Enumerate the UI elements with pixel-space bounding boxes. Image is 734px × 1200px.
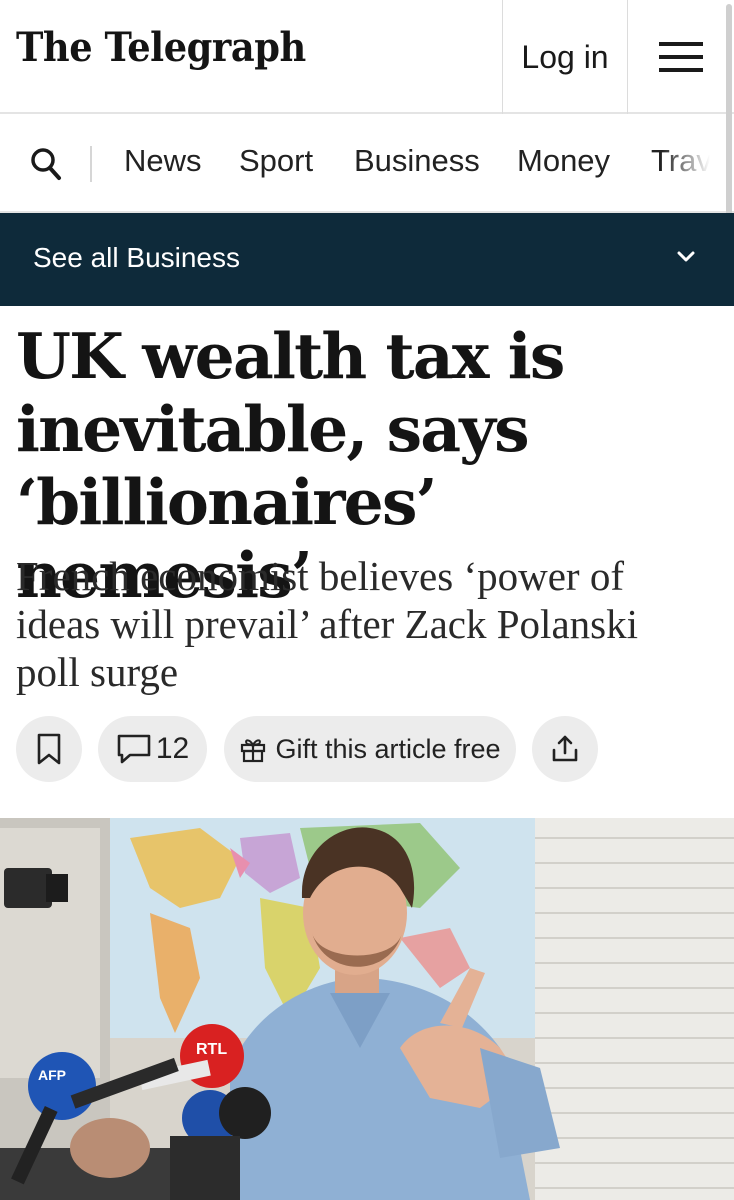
standfirst-line: ideas will prevail’ after Zack Polanski [16,601,638,647]
headline-line: inevitable, says [16,392,530,466]
login-button[interactable]: Log in [502,0,628,114]
nav-item-money[interactable]: Money [517,143,610,179]
nav-item-business[interactable]: Business [354,143,480,179]
mic-label-afp: AFP [38,1067,66,1083]
economist-press-photo: AFP RTL [0,818,734,1200]
comments-button[interactable]: 12 [98,716,207,782]
gift-article-button[interactable]: Gift this article free [224,716,516,782]
search-icon[interactable] [30,147,62,181]
article-standfirst: French economist believes ‘power of idea… [16,552,716,696]
share-button[interactable] [532,716,598,782]
comment-icon [117,734,151,764]
article-hero-image[interactable]: AFP RTL [0,818,734,1200]
standfirst-line: French economist believes ‘power of [16,553,624,599]
standfirst-line: poll surge [16,649,179,695]
nav-item-sport[interactable]: Sport [239,143,313,179]
headline-line: UK wealth tax is [16,319,565,393]
mic-label-rtl: RTL [196,1041,227,1058]
hamburger-menu-icon [659,42,703,72]
telegraph-logo[interactable]: The Telegraph [16,24,306,71]
menu-button[interactable] [628,0,734,114]
article-actions: 12 Gift this article free [0,716,734,782]
gift-icon [241,739,266,763]
nav-item-news[interactable]: News [124,143,202,179]
nav-divider [90,146,92,182]
chevron-down-icon [677,251,695,262]
share-icon [552,735,578,762]
bookmark-button[interactable] [16,716,82,782]
bookmark-icon [37,733,61,765]
section-dropdown-label: See all Business [33,242,241,273]
nav-fade [662,114,722,211]
section-dropdown[interactable]: See all Business [0,213,734,306]
section-nav: News Sport Business Money Trav [0,114,734,213]
gift-article-label: Gift this article free [275,733,501,764]
site-header: The Telegraph Log in [0,0,734,114]
comment-count: 12 [155,732,190,765]
